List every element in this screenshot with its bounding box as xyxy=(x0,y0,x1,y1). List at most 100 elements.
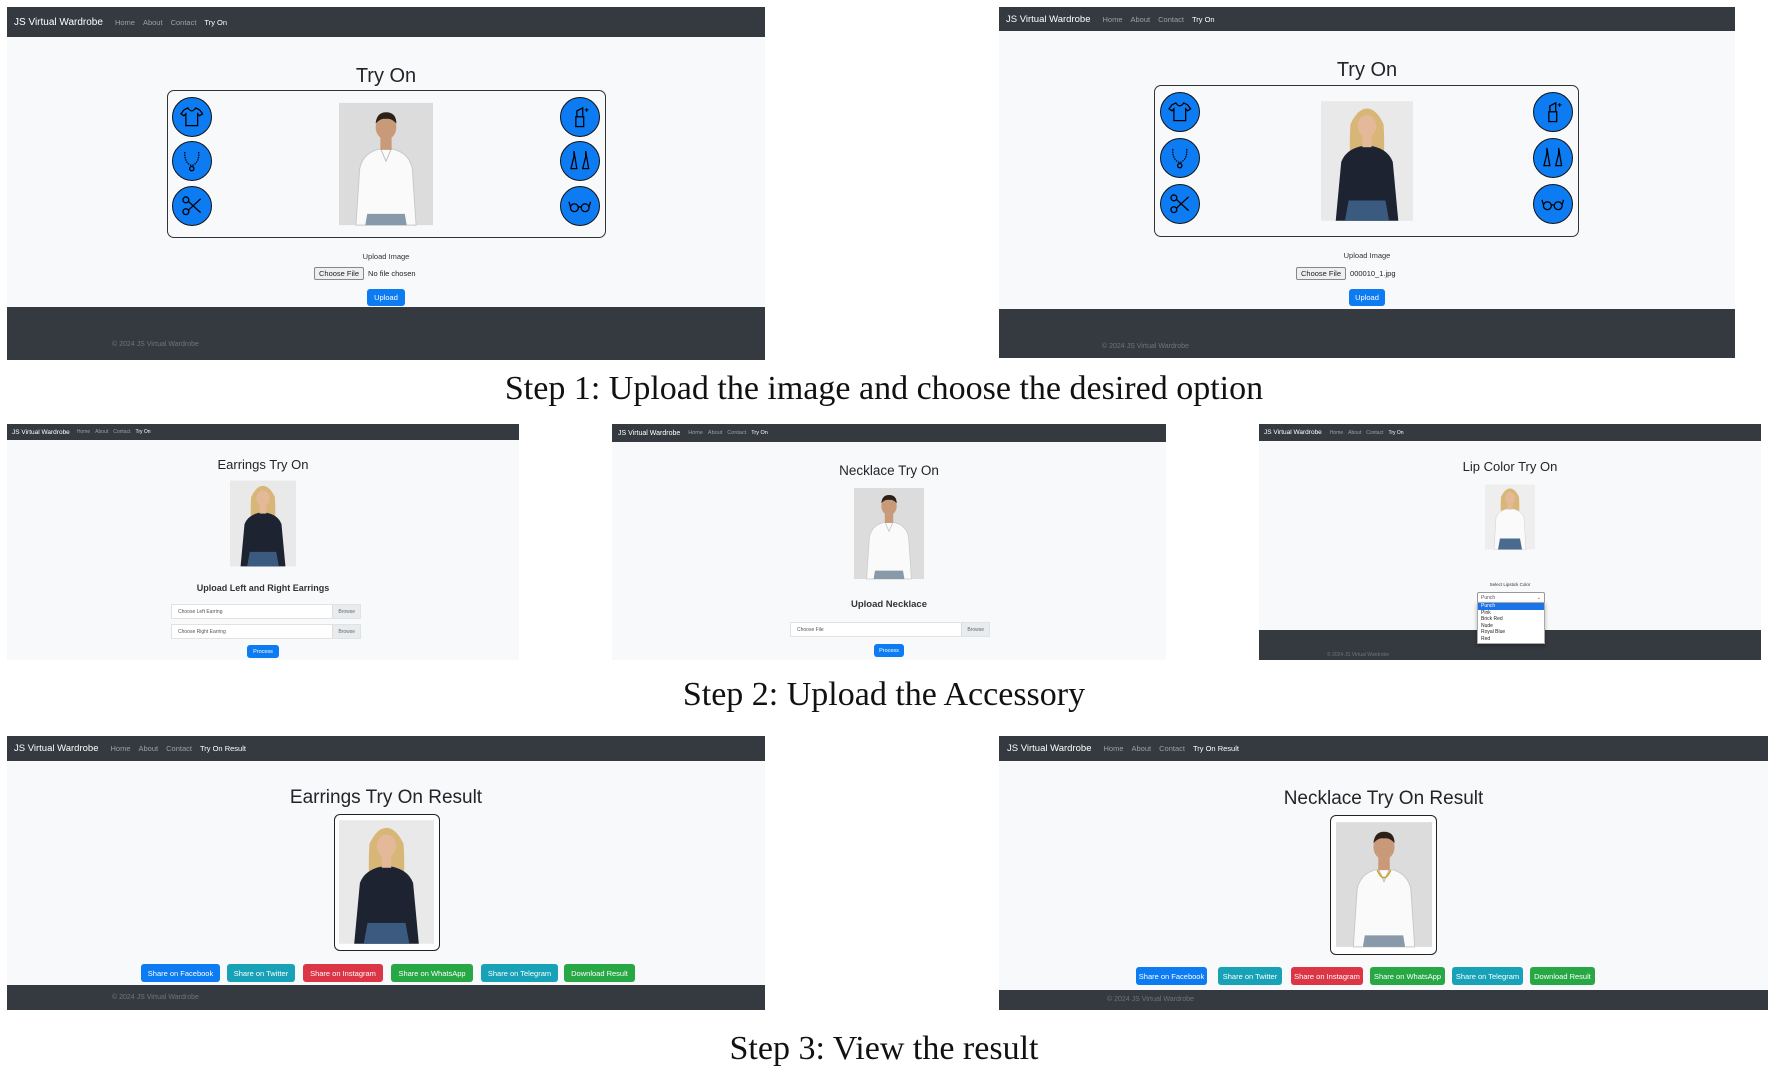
color-option-royal-blue[interactable]: Royal Blue xyxy=(1478,629,1544,636)
nav-home[interactable]: Home xyxy=(1102,15,1122,24)
navbar: JS Virtual Wardrobe Home About Contact T… xyxy=(7,424,519,440)
upload-button[interactable]: Upload xyxy=(1349,289,1385,306)
lipstick-icon[interactable] xyxy=(1533,92,1573,132)
result-title: Necklace Try On Result xyxy=(1283,788,1484,809)
share-instagram-button[interactable]: Share on Instagram xyxy=(303,964,383,982)
file-input[interactable]: Choose File 000010_1.jpg xyxy=(1296,267,1396,280)
lipstick-icon[interactable] xyxy=(560,97,600,137)
choose-file-button[interactable]: Choose File xyxy=(314,267,365,280)
footer-copyright: © 2024 JS Virtual Wardrobe xyxy=(1107,996,1194,1003)
nav-contact[interactable]: Contact xyxy=(113,429,130,435)
share-telegram-button[interactable]: Share on Telegram xyxy=(1452,967,1523,985)
nav-try-on[interactable]: Try On xyxy=(135,429,150,435)
color-option-punch[interactable]: Punch xyxy=(1478,603,1544,610)
share-whatsapp-button[interactable]: Share on WhatsApp xyxy=(1370,967,1445,985)
footer-copyright: © 2024 JS Virtual Wardrobe xyxy=(112,341,199,348)
upload-image-label: Upload Image xyxy=(1343,251,1391,260)
scissors-icon[interactable] xyxy=(172,186,212,226)
browse-right-button[interactable]: Browse xyxy=(332,625,360,638)
necklace-icon[interactable] xyxy=(1160,138,1200,178)
navbar-brand[interactable]: JS Virtual Wardrobe xyxy=(1006,14,1090,25)
color-option-pink[interactable]: Pink xyxy=(1478,610,1544,617)
nav-about[interactable]: About xyxy=(708,430,722,436)
nav-home[interactable]: Home xyxy=(688,430,703,436)
footer: © 2024 JS Virtual Wardrobe xyxy=(7,985,765,1010)
footer-copyright: © 2024 JS Virtual Wardrobe xyxy=(1327,652,1390,658)
share-telegram-button[interactable]: Share on Telegram xyxy=(481,964,558,982)
browse-necklace-button[interactable]: Browse xyxy=(961,623,989,636)
share-facebook-button[interactable]: Share on Facebook xyxy=(141,964,220,982)
nav-about[interactable]: About xyxy=(1132,744,1152,753)
necklace-icon[interactable] xyxy=(172,141,212,181)
share-whatsapp-button[interactable]: Share on WhatsApp xyxy=(391,964,473,982)
share-facebook-button[interactable]: Share on Facebook xyxy=(1136,967,1207,985)
color-option-nude[interactable]: Nude xyxy=(1478,623,1544,630)
navbar-brand[interactable]: JS Virtual Wardrobe xyxy=(1007,743,1091,754)
nav-about[interactable]: About xyxy=(95,429,108,435)
navbar-brand[interactable]: JS Virtual Wardrobe xyxy=(1264,429,1322,436)
process-button[interactable]: Process xyxy=(247,645,279,658)
nav-home[interactable]: Home xyxy=(110,744,130,753)
file-status: No file chosen xyxy=(368,269,416,278)
nav-try-on[interactable]: Try On xyxy=(751,430,768,436)
share-instagram-button[interactable]: Share on Instagram xyxy=(1291,967,1363,985)
navbar-brand[interactable]: JS Virtual Wardrobe xyxy=(14,17,103,28)
nav-try-on[interactable]: Try On xyxy=(1192,15,1215,24)
nav-try-on[interactable]: Try On xyxy=(1388,430,1403,436)
color-option-brick-red[interactable]: Brick Red xyxy=(1478,616,1544,623)
glasses-icon[interactable] xyxy=(560,186,600,226)
share-twitter-button[interactable]: Share on Twitter xyxy=(1218,967,1282,985)
color-option-red[interactable]: Red xyxy=(1478,636,1544,643)
upload-button[interactable]: Upload xyxy=(367,289,405,306)
upload-image-label: Upload Image xyxy=(362,252,410,261)
uploaded-photo xyxy=(1485,482,1535,552)
left-earring-input[interactable]: Choose Left Earring Browse xyxy=(171,604,361,619)
nav-about[interactable]: About xyxy=(143,18,163,27)
file-input[interactable]: Choose File No file chosen xyxy=(314,267,416,280)
nav-try-on[interactable]: Try On xyxy=(204,18,227,27)
tshirt-icon[interactable] xyxy=(1160,92,1200,132)
right-earring-input[interactable]: Choose Right Earring Browse xyxy=(171,624,361,639)
glasses-icon[interactable] xyxy=(1533,184,1573,224)
step2-lip-color-screenshot: JS Virtual Wardrobe Home About Contact T… xyxy=(1259,424,1761,660)
necklace-file-input[interactable]: Choose File Browse xyxy=(790,622,990,637)
navbar-brand[interactable]: JS Virtual Wardrobe xyxy=(618,430,680,437)
nav-contact[interactable]: Contact xyxy=(171,18,197,27)
earrings-icon[interactable] xyxy=(560,141,600,181)
uploaded-photo xyxy=(339,101,433,227)
nav-try-on-result[interactable]: Try On Result xyxy=(200,744,246,753)
nav-home[interactable]: Home xyxy=(1103,744,1123,753)
footer: © 2024 JS Virtual Wardrobe xyxy=(7,307,765,360)
footer-copyright: © 2024 JS Virtual Wardrobe xyxy=(112,994,199,1001)
nav-contact[interactable]: Contact xyxy=(1366,430,1383,436)
nav-home[interactable]: Home xyxy=(115,18,135,27)
step3-earrings-result-screenshot: JS Virtual Wardrobe Home About Contact T… xyxy=(7,736,765,1010)
uploaded-photo xyxy=(1321,96,1413,226)
download-result-button[interactable]: Download Result xyxy=(1530,967,1595,985)
footer: © 2024 JS Virtual Wardrobe xyxy=(999,309,1735,358)
share-twitter-button[interactable]: Share on Twitter xyxy=(227,964,295,982)
nav-home[interactable]: Home xyxy=(1330,430,1343,436)
browse-left-button[interactable]: Browse xyxy=(332,605,360,618)
nav-contact[interactable]: Contact xyxy=(727,430,746,436)
tshirt-icon[interactable] xyxy=(172,97,212,137)
earrings-icon[interactable] xyxy=(1533,138,1573,178)
nav-contact[interactable]: Contact xyxy=(1159,744,1185,753)
nav-contact[interactable]: Contact xyxy=(166,744,192,753)
scissors-icon[interactable] xyxy=(1160,184,1200,224)
choose-file-button[interactable]: Choose File xyxy=(1296,267,1347,280)
navbar-brand[interactable]: JS Virtual Wardrobe xyxy=(12,429,70,436)
nav-about[interactable]: About xyxy=(1348,430,1361,436)
lipstick-color-options[interactable]: Punch Pink Brick Red Nude Royal Blue Red xyxy=(1477,602,1545,644)
download-result-button[interactable]: Download Result xyxy=(564,964,635,982)
step2-earrings-screenshot: JS Virtual Wardrobe Home About Contact T… xyxy=(7,424,519,660)
navbar-brand[interactable]: JS Virtual Wardrobe xyxy=(14,743,98,754)
nav-home[interactable]: Home xyxy=(77,429,90,435)
nav-about[interactable]: About xyxy=(139,744,159,753)
nav-contact[interactable]: Contact xyxy=(1158,15,1184,24)
page-title: Try On xyxy=(355,65,417,87)
try-on-panel xyxy=(167,90,606,238)
process-button[interactable]: Process xyxy=(874,644,904,657)
nav-try-on-result[interactable]: Try On Result xyxy=(1193,744,1239,753)
nav-about[interactable]: About xyxy=(1131,15,1151,24)
